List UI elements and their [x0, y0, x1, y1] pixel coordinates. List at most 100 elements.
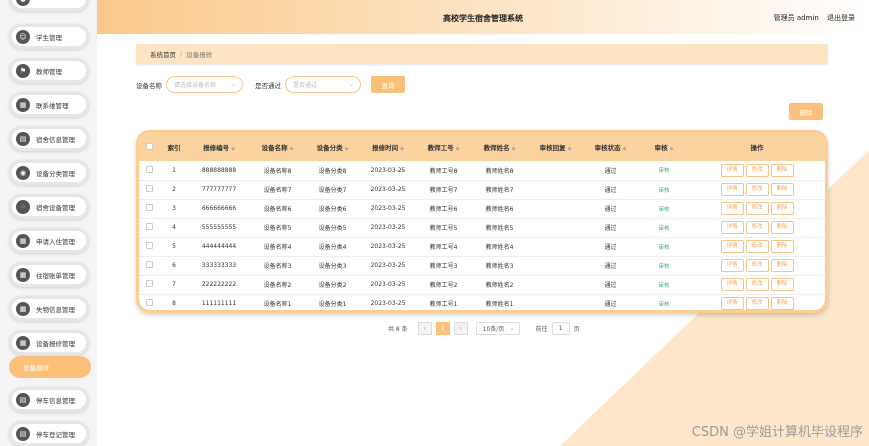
cell-audit[interactable]: 审核: [639, 161, 689, 180]
page-size-select[interactable]: 10条/页 ⌄: [475, 322, 520, 335]
sidebar-item-liaison[interactable]: ▦ 联系维管理: [9, 92, 89, 117]
detail-button[interactable]: 详情: [720, 202, 744, 215]
sort-icon[interactable]: ◆: [345, 146, 349, 152]
row-checkbox[interactable]: [145, 242, 153, 249]
edit-button[interactable]: 修改: [745, 259, 769, 272]
edit-button[interactable]: 修改: [745, 183, 769, 196]
sort-icon[interactable]: ◆: [623, 146, 627, 152]
sidebar-item-bill[interactable]: ▦ 住宿账单管理: [9, 262, 89, 287]
cell-audit[interactable]: 审核: [639, 199, 689, 218]
sidebar-item-dorm-device[interactable]: ⁘ 宿舍设备管理: [9, 194, 89, 219]
row-checkbox[interactable]: [145, 280, 153, 287]
sidebar-item-label: 宿舍信息管理: [36, 135, 75, 144]
column-header[interactable]: 设备名称 ◆: [249, 133, 306, 161]
menu-icon: ●: [16, 0, 30, 6]
edit-button[interactable]: 修改: [745, 163, 769, 177]
column-header[interactable]: 教师姓名 ◆: [470, 133, 529, 161]
column-label: 审核回复: [539, 144, 566, 152]
select-all-checkbox[interactable]: [145, 142, 153, 150]
detail-button[interactable]: 详情: [720, 183, 744, 196]
breadcrumb-home[interactable]: 系统首页: [150, 49, 176, 59]
delete-row-button[interactable]: 删除: [770, 259, 794, 272]
next-page-button[interactable]: ›: [453, 322, 468, 335]
sidebar-item-parking-register[interactable]: ▤ 停车登记管理: [9, 421, 89, 446]
edit-button[interactable]: 修改: [745, 278, 769, 291]
column-header[interactable]: 审核状态 ◆: [582, 133, 639, 161]
delete-row-button[interactable]: 删除: [770, 240, 794, 253]
detail-button[interactable]: 详情: [720, 240, 744, 253]
column-header[interactable]: 审核 ◆: [639, 133, 689, 161]
delete-row-button[interactable]: 删除: [770, 221, 794, 234]
row-checkbox[interactable]: [145, 261, 153, 268]
user-info: 管理员 admin 退出登录: [774, 13, 855, 23]
sidebar-item-label: 停车登记管理: [36, 430, 75, 439]
cell-tname: 教师姓名2: [485, 282, 514, 289]
sidebar-item-device-category[interactable]: ◉ 设备分类管理: [9, 160, 89, 185]
row-checkbox[interactable]: [145, 165, 153, 173]
delete-row-button[interactable]: 删除: [770, 163, 794, 177]
delete-row-button[interactable]: 删除: [770, 202, 794, 215]
sort-icon[interactable]: ◆: [512, 146, 516, 152]
pass-select[interactable]: 是否通过 ⌄: [285, 76, 361, 93]
sort-icon[interactable]: ◆: [670, 146, 674, 152]
sort-icon[interactable]: ◆: [456, 146, 460, 152]
cell-audit[interactable]: 审核: [639, 218, 689, 237]
detail-button[interactable]: 详情: [720, 278, 744, 291]
detail-button[interactable]: 详情: [720, 221, 744, 234]
delete-row-button[interactable]: 删除: [770, 278, 794, 291]
sidebar-item-dorm-info[interactable]: ▤ 宿舍信息管理: [9, 126, 89, 151]
cell-index: 8: [172, 300, 176, 307]
detail-button[interactable]: 详情: [720, 259, 744, 272]
sidebar-item-teachers[interactable]: ⚑ 教师管理: [9, 58, 89, 83]
row-checkbox[interactable]: [145, 299, 153, 306]
sidebar-item-checkin[interactable]: ▦ 申请入住管理: [9, 228, 89, 253]
row-checkbox[interactable]: [145, 185, 153, 192]
cell-reply: [529, 275, 582, 294]
prev-page-button[interactable]: ‹: [417, 322, 432, 335]
system-title: 高校学生宿舍管理系统: [443, 14, 523, 23]
sort-icon[interactable]: ◆: [290, 146, 294, 152]
cell-tid: 教师工号3: [429, 263, 458, 270]
sidebar-item-lost-found[interactable]: ▦ 失物信息管理: [9, 296, 89, 321]
sidebar-subitem-device-repair[interactable]: 设备报修: [9, 356, 91, 378]
sort-icon[interactable]: ◆: [231, 146, 235, 152]
column-header[interactable]: 设备分类 ◆: [306, 133, 359, 161]
sidebar-item-parking-info[interactable]: ▤ 停车信息管理: [9, 387, 89, 412]
cell-audit[interactable]: 审核: [639, 256, 689, 275]
device-name-select[interactable]: 请选择设备名称 ⌄: [166, 76, 243, 93]
row-checkbox[interactable]: [145, 223, 153, 230]
column-header[interactable]: 教师工号 ◆: [417, 133, 470, 161]
cell-audit[interactable]: 审核: [639, 275, 689, 294]
delete-button[interactable]: 删除: [789, 103, 823, 120]
cell-audit[interactable]: 审核: [639, 180, 689, 199]
column-header[interactable]: 审核回复 ◆: [529, 133, 582, 161]
edit-button[interactable]: 修改: [745, 221, 769, 234]
logout-link[interactable]: 退出登录: [827, 14, 855, 22]
row-checkbox[interactable]: [145, 204, 153, 211]
sidebar-item-device-repair[interactable]: ▦ 设备报修管理: [9, 330, 89, 355]
delete-row-button[interactable]: 删除: [770, 297, 794, 310]
edit-button[interactable]: 修改: [745, 202, 769, 215]
column-header[interactable]: 报修编号 ◆: [189, 133, 249, 161]
sort-icon[interactable]: ◆: [400, 146, 404, 152]
cell-time: 2023-03-25: [370, 262, 406, 269]
page-number-button[interactable]: 1: [435, 322, 450, 335]
row-select-cell: [139, 161, 159, 180]
goto-page-input[interactable]: 1: [551, 322, 570, 335]
cell-name: 设备名称3: [263, 263, 292, 270]
sidebar-item-partial[interactable]: ●: [9, 0, 89, 11]
cell-name: 设备名称5: [263, 225, 292, 232]
column-header[interactable]: 报修时间 ◆: [359, 133, 417, 161]
detail-button[interactable]: 详情: [720, 163, 744, 177]
cell-audit[interactable]: 审核: [639, 237, 689, 256]
detail-button[interactable]: 详情: [720, 297, 744, 310]
sidebar-item-students[interactable]: ☺ 学生管理: [9, 24, 89, 49]
query-button[interactable]: 查询: [371, 76, 405, 93]
column-header: 操作: [750, 144, 764, 152]
sort-icon[interactable]: ◆: [568, 146, 572, 152]
edit-button[interactable]: 修改: [745, 297, 769, 310]
delete-row-button[interactable]: 删除: [770, 183, 794, 196]
cell-audit[interactable]: 审核: [639, 294, 689, 310]
cell-reply: [529, 294, 582, 310]
edit-button[interactable]: 修改: [745, 240, 769, 253]
